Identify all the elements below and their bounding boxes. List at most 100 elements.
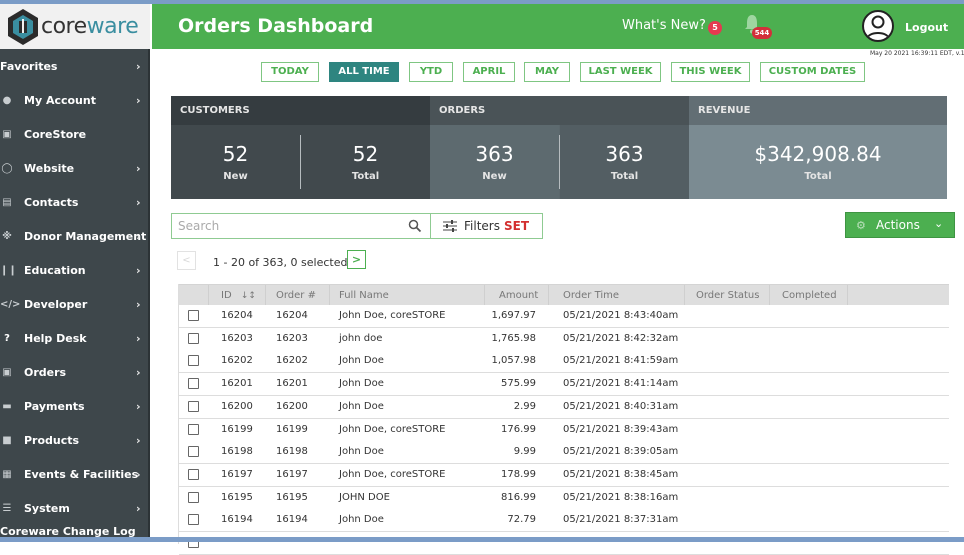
whats-new-link[interactable]: What's New?: [622, 18, 706, 33]
column-header-order-status[interactable]: Order Status: [696, 285, 759, 306]
column-header-completed[interactable]: Completed: [782, 285, 837, 306]
sidebar-item-change-log[interactable]: Coreware Change Log: [0, 523, 150, 537]
cell-name: john doe: [339, 332, 383, 344]
table-row[interactable]: 16204 16204 John Doe, coreSTORE 1,697.97 05/…: [179, 305, 949, 328]
table-row[interactable]: 16200 16200 John Doe 2.99 05/21/2021 8:40:31…: [179, 395, 949, 419]
prev-page-button[interactable]: <: [177, 251, 196, 270]
row-checkbox[interactable]: [188, 378, 199, 390]
sidebar-item-help-desk[interactable]: ? Help Desk ›: [0, 323, 150, 353]
next-page-button[interactable]: >: [347, 250, 366, 269]
sidebar-item-products[interactable]: ■ Products ›: [0, 425, 150, 455]
chevron-right-icon: ›: [136, 93, 141, 107]
column-header-id[interactable]: ID ↓↕: [221, 285, 256, 306]
orders-table: ID ↓↕ Order # Full Name Amount Order Tim…: [178, 284, 949, 555]
stat-value: 52: [222, 142, 249, 166]
sort-icon[interactable]: ↓↕: [241, 291, 256, 301]
column-separator: [847, 285, 848, 306]
sidebar-item-corestore[interactable]: ▣ CoreStore: [0, 119, 150, 149]
table-row[interactable]: 16202 16202 John Doe 1,057.98 05/21/2021 8:4…: [179, 350, 949, 374]
cell-amount: 178.99: [501, 468, 536, 480]
chevron-right-icon: ›: [136, 433, 141, 447]
customers-stat-panel: 52 New 52 Total: [171, 125, 430, 199]
cell-amount: 1,057.98: [491, 355, 536, 367]
date-filter-all-time[interactable]: ALL TIME: [329, 62, 399, 82]
search-icon[interactable]: [408, 219, 422, 233]
logout-button[interactable]: Logout: [905, 21, 948, 34]
row-checkbox[interactable]: [188, 514, 199, 526]
sidebar-item-favorites[interactable]: Favorites ›: [0, 51, 150, 81]
sidebar-item-website[interactable]: ◯ Website ›: [0, 153, 150, 183]
sidebar-item-system[interactable]: ☰ System ›: [0, 493, 150, 523]
date-filter-this-week[interactable]: THIS WEEK: [671, 62, 750, 82]
cell-id: 16200: [221, 400, 253, 412]
cell-time: 05/21/2021 8:41:14am: [563, 378, 679, 390]
column-header-order-time[interactable]: Order Time: [563, 285, 619, 306]
stat-value: 363: [605, 142, 644, 166]
stat-value: 52: [352, 142, 379, 166]
sidebar-item-events-facilities[interactable]: ▦ Events & Facilities ›: [0, 459, 150, 489]
row-checkbox[interactable]: [188, 423, 199, 435]
orders-new-stat: 363 New: [430, 125, 559, 199]
sidebar-item-payments[interactable]: ▬ Payments ›: [0, 391, 150, 421]
row-checkbox[interactable]: [188, 355, 199, 367]
search-input[interactable]: [178, 218, 398, 234]
search-box: [171, 213, 431, 239]
cell-time: 05/21/2021 8:38:45am: [563, 468, 679, 480]
row-checkbox[interactable]: [188, 400, 199, 412]
sidebar-item-label: Orders: [24, 365, 67, 379]
actions-button[interactable]: ⚙ Actions ⌄: [845, 212, 955, 238]
cell-time: 05/21/2021 8:42:32am: [563, 332, 679, 344]
row-checkbox[interactable]: [188, 332, 199, 344]
cell-name: John Doe: [339, 514, 384, 526]
store-icon: ■: [2, 434, 12, 446]
chevron-right-icon: ›: [136, 161, 141, 175]
revenue-total-stat: $342,908.84 Total: [689, 125, 947, 199]
column-separator: [484, 285, 485, 306]
date-filter-ytd[interactable]: YTD: [409, 62, 453, 82]
column-header-order-number[interactable]: Order #: [276, 285, 316, 306]
cell-order: 16195: [276, 491, 308, 503]
date-filter-last-week[interactable]: LAST WEEK: [580, 62, 661, 82]
column-header-amount[interactable]: Amount: [499, 285, 538, 306]
cell-name: John Doe, coreSTORE: [339, 310, 446, 321]
table-row[interactable]: 16197 16197 John Doe, coreSTORE 178.99 05/21…: [179, 463, 949, 487]
table-row[interactable]: 16201 16201 John Doe 575.99 05/21/2021 8:41:…: [179, 373, 949, 397]
cell-order: 16203: [276, 332, 308, 344]
row-checkbox[interactable]: [188, 446, 199, 458]
row-checkbox[interactable]: [188, 310, 199, 321]
table-row[interactable]: 16199 16199 John Doe, coreSTORE 176.99 05/21…: [179, 418, 949, 442]
sidebar-item-donor-management[interactable]: ※ Donor Management ›: [0, 221, 150, 251]
logo[interactable]: coreware: [0, 4, 150, 49]
user-icon: ●: [2, 94, 12, 106]
date-filter-today[interactable]: TODAY: [261, 62, 319, 82]
row-checkbox[interactable]: [188, 468, 199, 480]
chevron-right-icon: ›: [136, 59, 141, 73]
sidebar-item-education[interactable]: ❙❙ Education ›: [0, 255, 150, 285]
date-filter-custom-dates[interactable]: CUSTOM DATES: [760, 62, 865, 82]
sidebar-item-label: CoreStore: [24, 127, 87, 141]
filters-button[interactable]: Filters SET: [430, 213, 543, 239]
sidebar-item-developer[interactable]: </> Developer ›: [0, 289, 150, 319]
stat-label: Total: [610, 171, 639, 182]
sidebar-item-orders[interactable]: ▣ Orders ›: [0, 357, 150, 387]
column-header-full-name[interactable]: Full Name: [339, 285, 389, 306]
date-filter-april[interactable]: APRIL: [463, 62, 515, 82]
table-row[interactable]: 16198 16198 John Doe 9.99 05/21/2021 8:39:05…: [179, 441, 949, 465]
server-timestamp: May 20 2021 16:39:11 EDT, v.17: [870, 50, 964, 57]
globe-icon: ◯: [1, 162, 13, 174]
table-row[interactable]: 16194 16194 John Doe 72.79 05/21/2021 8:37:3…: [179, 509, 949, 533]
cell-order: 16198: [276, 446, 308, 458]
pagination-summary: 1 - 20 of 363, 0 selected: [213, 256, 348, 269]
cell-amount: 816.99: [501, 491, 536, 503]
sidebar-item-contacts[interactable]: ▤ Contacts ›: [0, 187, 150, 217]
sidebar-item-my-account[interactable]: ● My Account ›: [0, 85, 150, 115]
avatar[interactable]: [862, 10, 894, 42]
orders-total-stat: 363 Total: [560, 125, 689, 199]
chevron-right-icon: ›: [136, 195, 141, 209]
cell-time: 05/21/2021 8:40:31am: [563, 400, 679, 412]
row-checkbox[interactable]: [188, 491, 199, 503]
table-row[interactable]: 16203 16203 john doe 1,765.98 05/21/2021 8:4…: [179, 327, 949, 351]
table-row[interactable]: 16195 16195 JOHN DOE 816.99 05/21/2021 8:38:…: [179, 486, 949, 510]
date-filter-may[interactable]: MAY: [524, 62, 570, 82]
credit-card-icon: ▬: [2, 400, 12, 412]
